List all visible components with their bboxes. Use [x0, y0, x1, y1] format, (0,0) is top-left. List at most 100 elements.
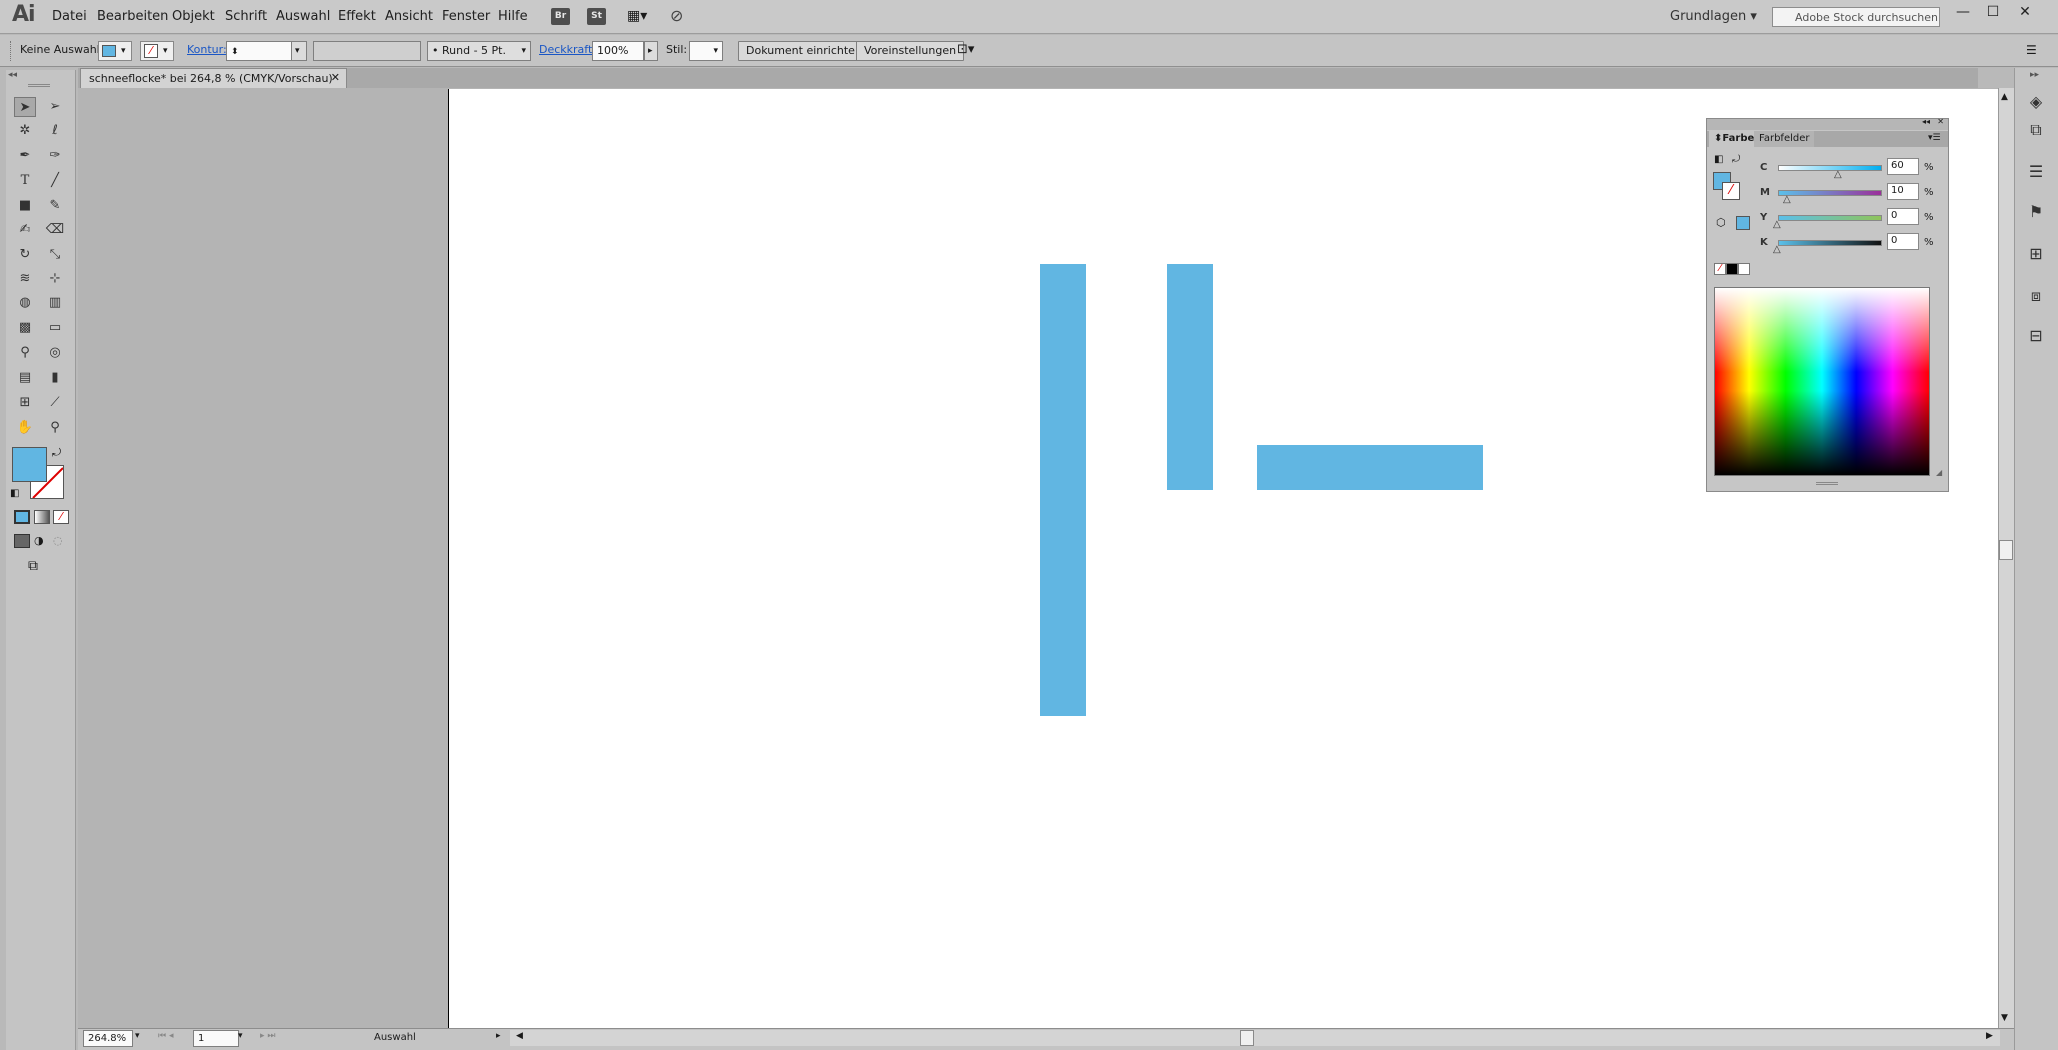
eyedropper-tool-icon[interactable]: ⚲: [14, 343, 36, 363]
snowflake-bar-long[interactable]: [1040, 264, 1086, 716]
control-menu-icon[interactable]: ☰: [2026, 41, 2037, 61]
menu-effekt[interactable]: Effekt: [338, 9, 376, 24]
channel-k-input[interactable]: 0: [1887, 233, 1919, 250]
zoom-tool-icon[interactable]: ⚲: [44, 418, 66, 438]
width-tool-icon[interactable]: ≋: [14, 269, 36, 289]
brush-profile-dropdown[interactable]: • Rund - 5 Pt. ▾: [427, 41, 531, 61]
color-panel-header[interactable]: ◂◂ ✕: [1707, 117, 1948, 130]
channel-m-thumb[interactable]: △: [1783, 194, 1791, 205]
column-graph-tool-icon[interactable]: ▮: [44, 368, 66, 388]
document-setup-button[interactable]: Dokument einrichten: [738, 41, 870, 61]
line-tool-icon[interactable]: ╱: [44, 171, 66, 191]
tab-farbe[interactable]: ⬍Farbe: [1709, 131, 1760, 147]
selection-tool-icon[interactable]: ➤: [14, 97, 36, 117]
scroll-right-arrow[interactable]: ▶: [1986, 1031, 1993, 1041]
layers-icon[interactable]: ◈: [2026, 92, 2046, 112]
none-mode-icon[interactable]: ⁄: [53, 510, 69, 524]
hand-tool-icon[interactable]: ✋: [14, 418, 36, 438]
symbol-sprayer-tool-icon[interactable]: ▤: [14, 368, 36, 388]
bridge-button[interactable]: Br: [551, 8, 570, 25]
maximize-button[interactable]: ☐: [1978, 2, 2008, 22]
shaper-tool-icon[interactable]: ✍: [14, 220, 36, 240]
rotate-tool-icon[interactable]: ↻: [14, 245, 36, 265]
style-dropdown[interactable]: ▾: [689, 41, 723, 61]
blend-tool-icon[interactable]: ◎: [44, 343, 66, 363]
panel-stroke-swatch[interactable]: ⁄: [1722, 182, 1740, 200]
stroke-label-link[interactable]: Kontur:: [187, 41, 227, 61]
last-artboard-icon[interactable]: ▸ ⏭: [260, 1031, 275, 1041]
curvature-tool-icon[interactable]: ✑: [44, 146, 66, 166]
channel-k-slider[interactable]: [1778, 240, 1882, 246]
color-mode-icon[interactable]: [14, 510, 30, 524]
stroke-dropdown[interactable]: ⁄ ▾: [140, 41, 174, 61]
collapse-panel-icon[interactable]: ◂◂: [8, 70, 17, 80]
status-menu-arrow[interactable]: ▸: [496, 1031, 501, 1041]
fill-color-swatch-front[interactable]: [12, 447, 47, 482]
shape-builder-tool-icon[interactable]: ◍: [14, 293, 36, 313]
default-fill-stroke-icon[interactable]: ◧: [1714, 154, 1723, 165]
document-tab[interactable]: schneeflocke* bei 264,8 % (CMYK/Vorschau…: [80, 68, 347, 88]
snowflake-bar-short[interactable]: [1167, 264, 1213, 490]
resize-grip-icon[interactable]: ◢: [1936, 468, 1942, 477]
opacity-arrow[interactable]: ▸: [644, 41, 658, 61]
black-color-swatch[interactable]: [1726, 263, 1738, 275]
scroll-left-arrow[interactable]: ◀: [516, 1031, 523, 1041]
channel-y-input[interactable]: 0: [1887, 208, 1919, 225]
paintbrush-tool-icon[interactable]: ✎: [44, 196, 66, 216]
close-panel-icon[interactable]: ✕: [1937, 117, 1944, 126]
scale-tool-icon[interactable]: ⤡: [44, 245, 66, 265]
stock-search-input[interactable]: Adobe Stock durchsuchen: [1772, 7, 1940, 27]
swap-colors-icon[interactable]: ⤾: [52, 446, 61, 460]
white-color-swatch[interactable]: [1738, 263, 1750, 275]
variable-width-dropdown[interactable]: [313, 41, 421, 61]
swap-fill-stroke-icon[interactable]: ⤾: [1732, 154, 1740, 165]
tab-farbfelder[interactable]: Farbfelder: [1754, 131, 1815, 147]
artboard-number-input[interactable]: 1: [193, 1030, 239, 1047]
stroke-weight-dropdown[interactable]: ▾: [291, 41, 307, 61]
fill-dropdown[interactable]: ▾: [98, 41, 132, 61]
arrange-documents-icon[interactable]: ▦▾: [627, 8, 647, 24]
default-colors-icon[interactable]: ◧: [10, 488, 19, 499]
zoom-dropdown-icon[interactable]: ▾: [135, 1031, 140, 1041]
channel-c-slider[interactable]: [1778, 165, 1882, 171]
type-tool-icon[interactable]: T: [14, 171, 36, 191]
web-safe-swatch[interactable]: [1736, 216, 1750, 230]
channel-c-input[interactable]: 60: [1887, 158, 1919, 175]
pathfinder-icon[interactable]: ⧈: [2026, 286, 2046, 306]
close-tab-icon[interactable]: ✕: [331, 71, 340, 84]
arrange-icon[interactable]: ⊡▾: [957, 41, 974, 61]
menu-hilfe[interactable]: Hilfe: [498, 9, 528, 24]
menu-fenster[interactable]: Fenster: [442, 9, 490, 24]
channel-k-thumb[interactable]: △: [1773, 244, 1781, 255]
eraser-tool-icon[interactable]: ⌫: [44, 220, 66, 240]
pen-tool-icon[interactable]: ✒: [14, 146, 36, 166]
appearance-icon[interactable]: ⧉: [2026, 120, 2046, 140]
opacity-input[interactable]: 100%: [592, 41, 644, 61]
draw-inside-icon[interactable]: ◌: [53, 534, 63, 547]
first-artboard-icon[interactable]: ⏮ ◂: [158, 1031, 173, 1041]
stroke-panel-icon[interactable]: ☰: [2026, 162, 2046, 182]
collapse-panel-icon[interactable]: ◂◂: [1922, 117, 1930, 126]
lasso-tool-icon[interactable]: ℓ: [44, 121, 66, 141]
libraries-icon[interactable]: ⚑: [2026, 202, 2046, 222]
menu-objekt[interactable]: Objekt: [172, 9, 215, 24]
preferences-button[interactable]: Voreinstellungen: [856, 41, 965, 61]
none-color-swatch[interactable]: ⁄: [1714, 263, 1726, 275]
out-of-gamut-icon[interactable]: ⬡: [1716, 216, 1726, 229]
menu-datei[interactable]: Datei: [52, 9, 87, 24]
workspace-switcher[interactable]: Grundlagen ▾: [1670, 9, 1757, 24]
rectangle-tool-icon[interactable]: ■: [14, 196, 36, 216]
channel-y-slider[interactable]: [1778, 215, 1882, 221]
direct-selection-tool-icon[interactable]: ➢: [44, 97, 66, 117]
menu-bearbeiten[interactable]: Bearbeiten: [97, 9, 168, 24]
minimize-button[interactable]: —: [1948, 2, 1978, 22]
channel-m-slider[interactable]: [1778, 190, 1882, 196]
menu-ansicht[interactable]: Ansicht: [385, 9, 433, 24]
screen-mode-icon[interactable]: ⧉: [28, 558, 38, 574]
zoom-input[interactable]: 264.8%: [83, 1030, 133, 1047]
opacity-label-link[interactable]: Deckkraft:: [539, 41, 596, 61]
transform-icon[interactable]: ⊞: [2026, 244, 2046, 264]
snowflake-bar-horizontal[interactable]: [1257, 445, 1483, 490]
artboard-tool-icon[interactable]: ⊞: [14, 393, 36, 413]
menu-schrift[interactable]: Schrift: [225, 9, 267, 24]
